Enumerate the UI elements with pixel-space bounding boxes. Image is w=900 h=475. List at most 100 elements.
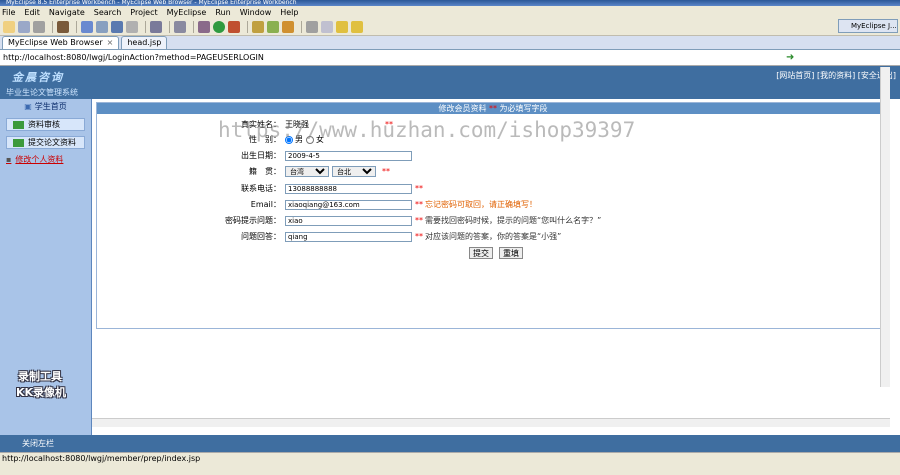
form-header: 修改会员资料 ** 为必填写字段 — [97, 103, 889, 114]
tab-web-browser[interactable]: MyEclipse Web Browser × — [2, 36, 120, 49]
row-birthday: 出生日期： — [225, 150, 412, 161]
row-actions: 提交 重填 — [469, 247, 529, 259]
form-note: 为必填写字段 — [499, 104, 548, 113]
next-annotation-icon[interactable] — [321, 20, 333, 33]
open-type-icon[interactable] — [174, 20, 186, 33]
email-hint: 忘记密码可取回，请正确填写！ — [425, 200, 537, 209]
tab-label: MyEclipse Web Browser — [8, 38, 103, 47]
menu-bar: File Edit Navigate Search Project MyEcli… — [0, 6, 900, 18]
site-logo: 金晨咨询 — [12, 71, 64, 84]
main-toolbar — [0, 18, 900, 36]
email-label: Email： — [250, 200, 281, 209]
phone-label: 联系电话： — [241, 184, 281, 193]
menu-file[interactable]: File — [2, 8, 15, 17]
gender-female-radio[interactable] — [306, 135, 314, 144]
site-header: 金晨咨询 毕业生论文管理系统 [网站首页] [我的资料] [安全退出] — [0, 66, 900, 99]
web-page: 金晨咨询 毕业生论文管理系统 [网站首页] [我的资料] [安全退出] ▣ 学生… — [0, 66, 900, 453]
sidebar-link-label: 修改个人资料 — [15, 155, 64, 164]
recorder-label: 录制工具 — [18, 370, 62, 383]
sidebar-link-edit-profile[interactable]: ▪ 修改个人资料 — [6, 154, 85, 165]
menu-help[interactable]: Help — [280, 8, 298, 17]
toolbar-separator — [193, 20, 194, 33]
home-icon: ▣ — [24, 101, 32, 111]
new-icon[interactable] — [3, 20, 15, 33]
sidebar-item-review[interactable]: 资料审核 — [6, 118, 85, 131]
row-question: 密码提示问题： ** 需要找回密码时候，提示的问题“您叫什么名字？” — [225, 215, 601, 226]
row-name: 真实姓名： 王晓强 ** — [225, 119, 393, 130]
server-icon[interactable] — [96, 20, 108, 33]
package-icon[interactable] — [57, 20, 69, 33]
menu-run[interactable]: Run — [215, 8, 230, 17]
external-tools-icon[interactable] — [228, 20, 240, 33]
row-native: 籍 贯： 台湾 台北 ** — [225, 166, 390, 177]
required-marker: ** — [382, 167, 390, 176]
url-input[interactable] — [0, 51, 780, 64]
new-class-icon[interactable] — [252, 20, 264, 33]
reset-button[interactable]: 重填 — [499, 247, 523, 259]
horizontal-scrollbar[interactable] — [92, 418, 890, 427]
question-input[interactable] — [285, 215, 412, 226]
row-answer: 问题回答： ** 对应该问题的答案，你的答案是“小强” — [225, 231, 561, 242]
gender-male-radio[interactable] — [285, 135, 293, 144]
address-bar: ➜ — [0, 50, 900, 66]
editor-tab-bar: MyEclipse Web Browser × head.jsp — [0, 36, 900, 50]
toolbar-separator — [301, 20, 302, 33]
menu-myeclipse[interactable]: MyEclipse — [167, 8, 207, 17]
sidebar-item-submit-paper[interactable]: 提交论文资料 — [6, 136, 85, 149]
answer-hint: 对应该问题的答案，你的答案是“小强” — [425, 232, 562, 241]
close-sidebar-bar[interactable]: 关闭左栏 — [0, 435, 900, 452]
menu-project[interactable]: Project — [130, 8, 157, 17]
question-hint: 需要找回密码时候，提示的问题“您叫什么名字？” — [425, 216, 602, 225]
perspective-switcher[interactable]: MyEclipse J... — [838, 19, 898, 33]
tab-label: head.jsp — [127, 38, 162, 47]
answer-label: 问题回答： — [241, 232, 281, 241]
province-select[interactable]: 台湾 — [285, 166, 329, 177]
monitor-icon[interactable] — [150, 20, 162, 33]
toolbar-separator — [145, 20, 146, 33]
birthday-input[interactable] — [285, 150, 412, 161]
row-phone: 联系电话： ** — [225, 183, 423, 194]
menu-window[interactable]: Window — [240, 8, 272, 17]
phone-input[interactable] — [285, 183, 412, 194]
close-icon[interactable]: × — [107, 38, 114, 47]
required-marker: ** — [415, 216, 423, 225]
recorder-label: KK录像机 — [16, 386, 67, 399]
deploy-icon[interactable] — [81, 20, 93, 33]
search-icon[interactable] — [306, 20, 318, 33]
back-icon[interactable] — [336, 20, 348, 33]
open-folder-icon[interactable] — [282, 20, 294, 33]
document-icon — [13, 138, 24, 147]
profile-form-panel: 修改会员资料 ** 为必填写字段 真实姓名： 王晓强 ** 性 别： 男 女 出… — [96, 102, 890, 329]
email-input[interactable] — [285, 199, 412, 210]
web-icon[interactable] — [111, 20, 123, 33]
sidebar-head-label: 学生首页 — [34, 101, 67, 111]
print-icon[interactable] — [33, 20, 45, 33]
menu-search[interactable]: Search — [94, 8, 121, 17]
birthday-label: 出生日期： — [241, 151, 281, 160]
new-package-icon[interactable] — [267, 20, 279, 33]
tab-head-jsp[interactable]: head.jsp — [121, 36, 168, 49]
toolbar-separator — [76, 20, 77, 33]
db-icon[interactable] — [126, 20, 138, 33]
required-marker: ** — [385, 120, 393, 129]
toolbar-separator — [169, 20, 170, 33]
required-marker: ** — [415, 232, 423, 241]
required-marker: ** — [415, 200, 423, 209]
question-label: 密码提示问题： — [225, 216, 281, 225]
answer-input[interactable] — [285, 231, 412, 242]
menu-navigate[interactable]: Navigate — [49, 8, 85, 17]
go-icon[interactable]: ➜ — [786, 52, 794, 63]
vertical-scrollbar[interactable] — [880, 67, 890, 387]
name-value: 王晓强 — [285, 120, 309, 129]
debug-icon[interactable] — [198, 20, 210, 33]
forward-icon[interactable] — [351, 20, 363, 33]
sidebar: ▣ 学生首页 资料审核 提交论文资料 ▪ 修改个人资料 录制工具 KK录像机 — [0, 99, 92, 435]
sidebar-head: ▣ 学生首页 — [0, 99, 91, 113]
save-icon[interactable] — [18, 20, 30, 33]
city-select[interactable]: 台北 — [332, 166, 376, 177]
header-links[interactable]: [网站首页] [我的资料] [安全退出] — [776, 70, 896, 81]
run-icon[interactable] — [213, 20, 225, 33]
gender-label: 性 别： — [249, 135, 281, 144]
submit-button[interactable]: 提交 — [469, 247, 493, 259]
menu-edit[interactable]: Edit — [24, 8, 40, 17]
